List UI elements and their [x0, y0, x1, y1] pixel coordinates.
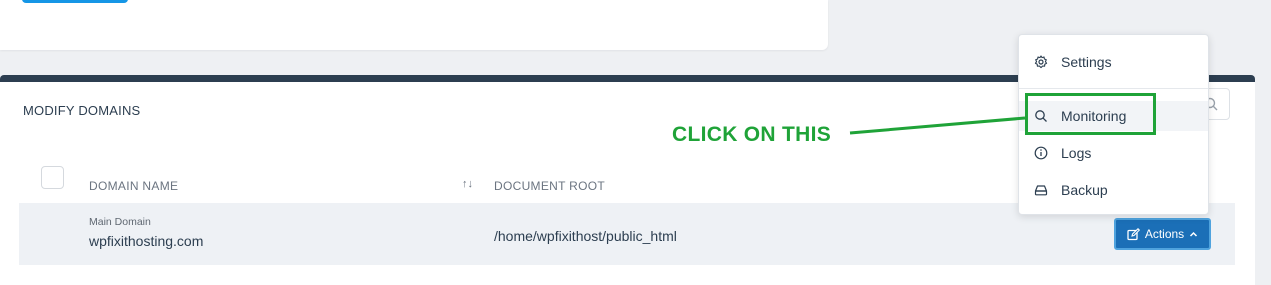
menu-item-backup[interactable]: Backup	[1019, 175, 1208, 205]
document-root: /home/wpfixithost/public_html	[494, 228, 677, 244]
menu-item-label: Monitoring	[1061, 108, 1127, 124]
chevron-up-icon	[1190, 231, 1198, 237]
menu-item-settings[interactable]: Settings	[1019, 47, 1208, 77]
info-icon	[1034, 146, 1048, 163]
gear-icon	[1034, 55, 1048, 72]
menu-item-monitoring[interactable]: Monitoring	[1019, 101, 1208, 131]
top-card	[0, 0, 828, 50]
column-header-domain-name[interactable]: DOMAIN NAME	[89, 179, 178, 193]
top-card-button[interactable]	[22, 0, 128, 3]
domain-type-label: Main Domain	[89, 216, 151, 228]
menu-item-logs[interactable]: Logs	[1019, 138, 1208, 168]
menu-item-label: Backup	[1061, 182, 1108, 198]
actions-dropdown-menu: Settings Monitoring Logs Backup	[1018, 34, 1209, 215]
panel-title: MODIFY DOMAINS	[23, 103, 141, 118]
sort-icon[interactable]: ↑↓	[462, 178, 473, 190]
menu-item-label: Settings	[1061, 54, 1112, 70]
search-icon	[1034, 109, 1048, 126]
domain-name: wpfixithosting.com	[89, 233, 204, 249]
drive-icon	[1034, 183, 1048, 200]
actions-button-label: Actions	[1144, 227, 1185, 241]
edit-icon	[1127, 227, 1140, 240]
menu-item-label: Logs	[1061, 145, 1092, 161]
select-all-checkbox[interactable]	[41, 166, 64, 189]
actions-button[interactable]: Actions	[1114, 218, 1211, 250]
callout-text: CLICK ON THIS	[672, 123, 832, 146]
column-header-document-root[interactable]: DOCUMENT ROOT	[494, 179, 605, 193]
menu-divider	[1019, 88, 1208, 89]
